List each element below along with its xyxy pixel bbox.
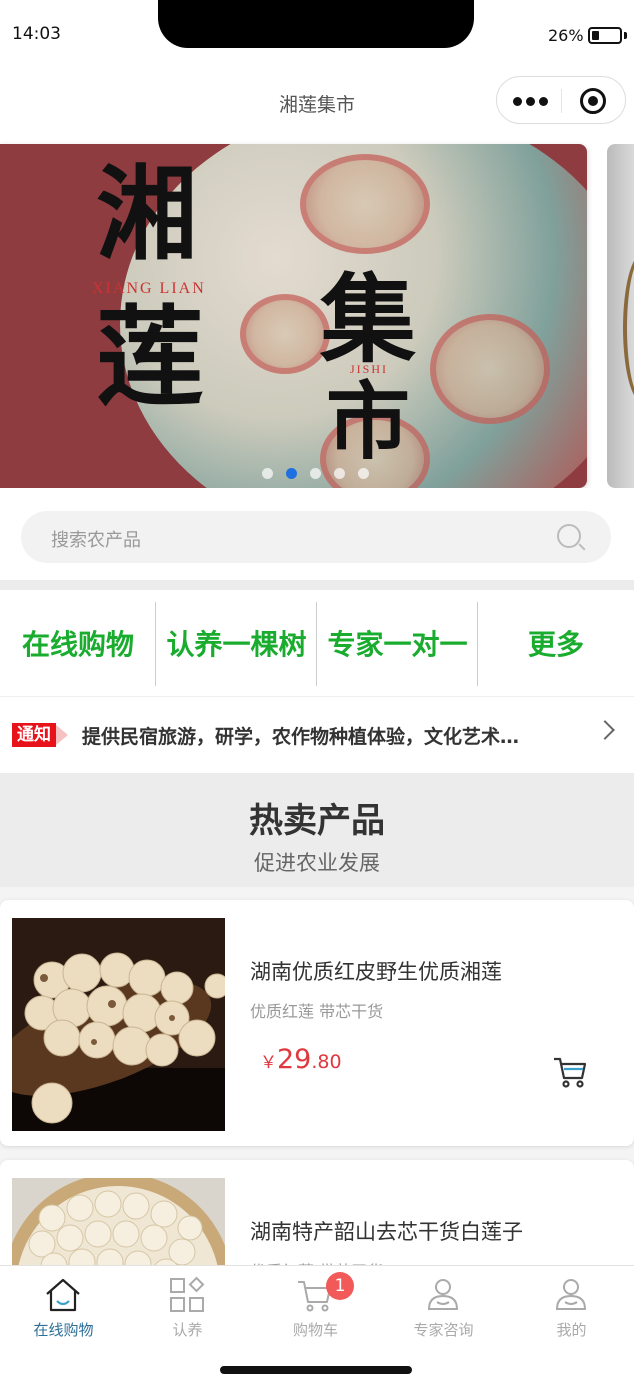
carousel-indicator (262, 464, 382, 479)
capsule-divider (561, 89, 562, 113)
notice-bar[interactable]: 通知 提供民宿旅游，研学，农作物种植体验，文化艺术… (0, 696, 634, 773)
banner-title-char: 湘 (96, 155, 198, 275)
carousel-dot-active[interactable] (286, 468, 297, 479)
product-card[interactable]: 湖南优质红皮野生优质湘莲 优质红莲 带芯干货 ￥29.80 (0, 900, 634, 1146)
tab-label: 我的 (556, 1321, 587, 1339)
home-indicator (220, 1366, 412, 1374)
quick-menu: 在线购物 认养一棵树 专家一对一 更多 (0, 590, 634, 696)
more-icon[interactable] (511, 87, 551, 113)
section-divider (0, 580, 634, 590)
banner-pinyin: XIANG LIAN (92, 280, 206, 297)
close-miniprogram-icon[interactable] (580, 88, 606, 114)
carousel-dot[interactable] (358, 468, 369, 479)
carousel-dot[interactable] (262, 468, 273, 479)
battery-percent: 26% (548, 26, 584, 45)
home-icon (46, 1278, 80, 1312)
chevron-right-icon[interactable] (595, 720, 615, 740)
banner-carousel[interactable]: 湘 莲 集 市 XIANG LIAN JISHI (0, 144, 587, 488)
price-decimal: .80 (311, 1051, 342, 1073)
menu-online-shopping[interactable]: 在线购物 (0, 590, 156, 696)
menu-label: 更多 (527, 628, 584, 661)
banner-next-slide-preview[interactable] (607, 144, 634, 488)
person-icon (427, 1279, 459, 1310)
tab-adopt[interactable]: 认养 (124, 1266, 251, 1346)
search-icon[interactable] (557, 524, 581, 548)
product-name[interactable]: 湖南特产韶山去芯干货白莲子 (250, 1216, 523, 1246)
tab-expert[interactable]: 专家咨询 (380, 1266, 507, 1346)
product-card[interactable]: 湖南特产韶山去芯干货白莲子 优质红莲 带芯干货 (0, 1160, 634, 1267)
menu-expert-consult[interactable]: 专家一对一 (317, 590, 478, 696)
hot-products-header: 热卖产品 促进农业发展 (0, 773, 634, 887)
menu-adopt-tree[interactable]: 认养一棵树 (156, 590, 317, 696)
product-tags: 优质红莲 带芯干货 (250, 1002, 384, 1021)
menu-label: 认养一棵树 (166, 628, 307, 661)
tab-cart[interactable]: 1 购物车 (252, 1266, 379, 1346)
tab-mine[interactable]: 我的 (508, 1266, 634, 1346)
tab-online-shopping[interactable]: 在线购物 (0, 1266, 127, 1346)
product-image[interactable] (12, 1178, 225, 1267)
battery-icon (588, 27, 622, 44)
grid-icon (170, 1276, 205, 1312)
product-price: ￥29.80 (260, 1044, 342, 1075)
product-list: 湖南优质红皮野生优质湘莲 优质红莲 带芯干货 ￥29.80 湖南特产韶山去芯干货… (0, 887, 634, 1267)
status-bar: 14:03 26% (0, 0, 634, 60)
section-title: 热卖产品 (249, 801, 385, 841)
search-input[interactable]: 搜索农产品 (21, 511, 611, 563)
banner-title-char: 莲 (96, 295, 205, 421)
cart-count-badge: 1 (326, 1272, 354, 1300)
banner-lotus-decoration (430, 314, 550, 424)
banner-title-char: 市 (326, 372, 411, 471)
notch (158, 0, 474, 48)
price-symbol: ￥ (260, 1053, 277, 1073)
tab-label: 在线购物 (33, 1321, 94, 1339)
banner-lotus-decoration (240, 294, 330, 374)
miniprogram-capsule (496, 76, 626, 124)
tab-label: 购物车 (292, 1321, 338, 1339)
status-time: 14:03 (12, 24, 61, 44)
notice-text: 提供民宿旅游，研学，农作物种植体验，文化艺术… (82, 726, 520, 748)
nav-bar: 湘莲集市 (0, 60, 634, 144)
carousel-dot[interactable] (310, 468, 321, 479)
product-image[interactable] (12, 918, 225, 1131)
section-subtitle: 促进农业发展 (254, 851, 380, 875)
price-integer: 29 (277, 1044, 312, 1075)
notice-badge: 通知 (12, 723, 68, 747)
user-icon (555, 1279, 587, 1310)
search-section: 搜索农产品 (0, 488, 634, 580)
menu-label: 在线购物 (21, 628, 134, 661)
tab-label: 认养 (172, 1321, 203, 1339)
add-to-cart-icon[interactable] (552, 1054, 588, 1090)
menu-more[interactable]: 更多 (478, 590, 634, 696)
product-name[interactable]: 湖南优质红皮野生优质湘莲 (250, 956, 502, 986)
banner-pinyin: JISHI (350, 362, 389, 376)
tab-label: 专家咨询 (413, 1321, 474, 1339)
banner-lotus-decoration (300, 154, 430, 254)
menu-label: 专家一对一 (327, 628, 468, 661)
banner-title-char: 集 (320, 263, 416, 376)
battery-cap (624, 32, 627, 39)
search-placeholder: 搜索农产品 (51, 530, 141, 551)
carousel-dot[interactable] (334, 468, 345, 479)
